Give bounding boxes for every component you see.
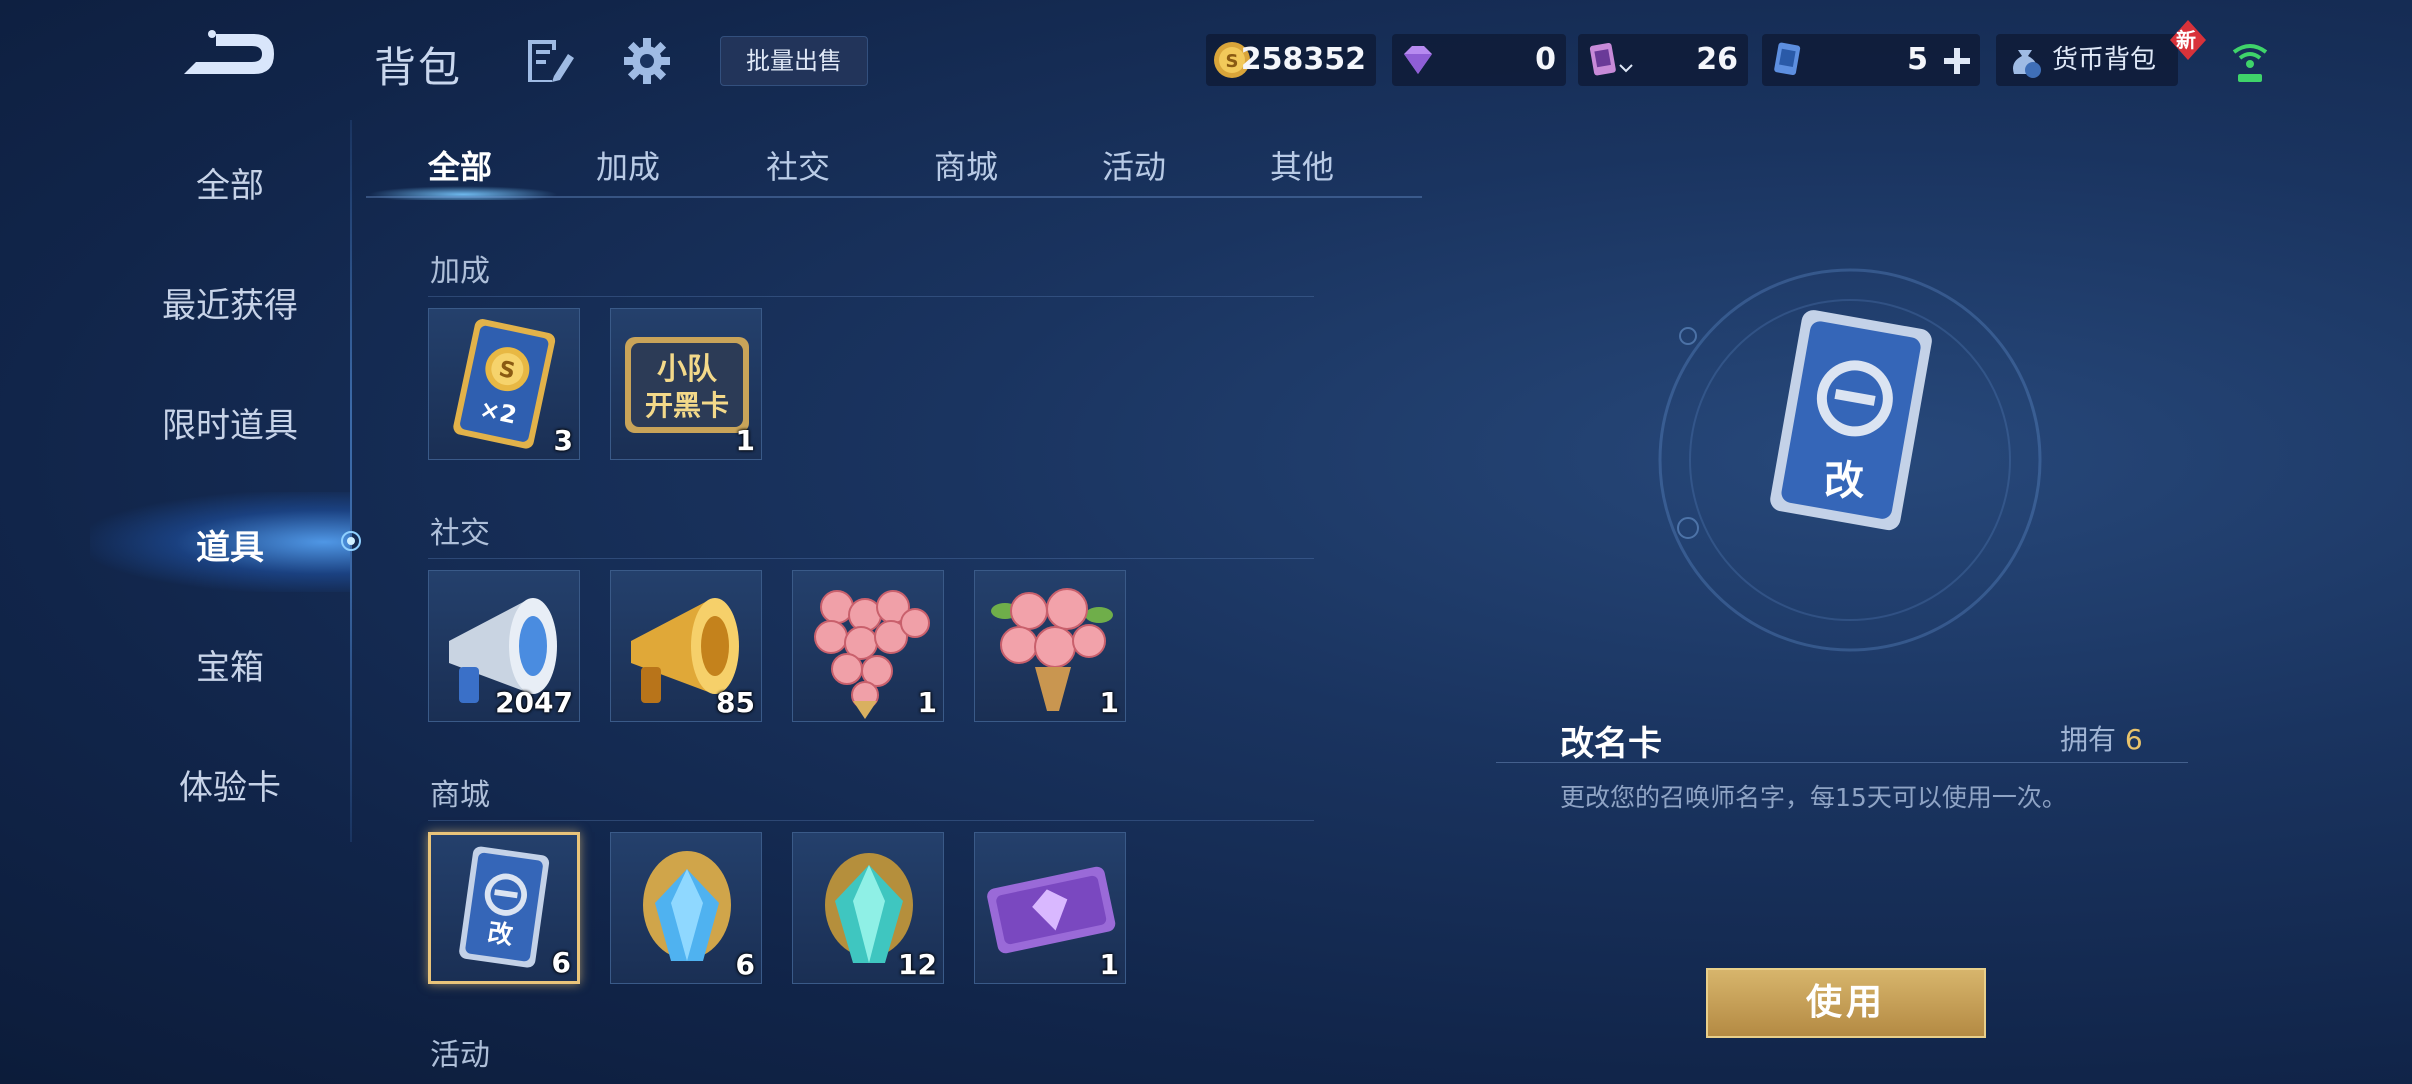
nav-item-chest[interactable]: 宝箱 bbox=[100, 640, 360, 689]
section-divider bbox=[428, 558, 1314, 559]
svg-text:改: 改 bbox=[486, 918, 515, 950]
section-divider bbox=[428, 296, 1314, 297]
svg-text:小队: 小队 bbox=[657, 352, 718, 387]
section-title-boost: 加成 bbox=[430, 254, 490, 289]
item-count: 3 bbox=[553, 424, 573, 457]
item-slot-silver-horn[interactable]: 2047 bbox=[428, 570, 580, 722]
plus-icon[interactable] bbox=[1942, 46, 1972, 76]
back-arrow-icon[interactable] bbox=[176, 26, 280, 82]
item-count: 1 bbox=[917, 686, 937, 719]
new-badge-label: 新 bbox=[2176, 28, 2196, 52]
detail-owned-count: 拥有 6 bbox=[2060, 718, 2143, 758]
item-slot-double-gold-card[interactable]: S ×2 3 bbox=[428, 308, 580, 460]
nav-divider bbox=[350, 120, 352, 842]
item-slot-teal-crystal[interactable]: 12 bbox=[792, 832, 944, 984]
svg-text:S: S bbox=[1226, 51, 1239, 72]
nav-item-props[interactable]: 道具 bbox=[100, 520, 360, 569]
tab-event[interactable]: 活动 bbox=[1102, 142, 1166, 188]
tab-underline bbox=[366, 196, 1422, 198]
item-count: 12 bbox=[898, 948, 937, 981]
diamond-amount: 0 bbox=[1535, 42, 1556, 77]
gold-currency: S 258352 bbox=[1206, 34, 1376, 86]
item-count: 6 bbox=[551, 946, 571, 979]
rename-card-icon: 改 bbox=[1770, 310, 1932, 531]
item-count: 85 bbox=[716, 686, 755, 719]
card-currency[interactable]: 5 bbox=[1762, 34, 1980, 86]
gold-amount: 258352 bbox=[1240, 42, 1366, 77]
item-slot-gold-horn[interactable]: 85 bbox=[610, 570, 762, 722]
tab-all[interactable]: 全部 bbox=[428, 142, 492, 188]
section-divider bbox=[428, 820, 1314, 821]
nav-item-limited[interactable]: 限时道具 bbox=[100, 398, 360, 447]
card-amount: 5 bbox=[1907, 42, 1928, 77]
page-title: 背包 bbox=[374, 43, 463, 92]
item-count: 1 bbox=[735, 424, 755, 457]
item-slot-rose-heart[interactable]: 1 bbox=[792, 570, 944, 722]
section-title-event: 活动 bbox=[430, 1038, 490, 1073]
ticket-amount: 26 bbox=[1696, 42, 1738, 77]
svg-text:开黑卡: 开黑卡 bbox=[645, 389, 729, 422]
item-count: 6 bbox=[735, 948, 755, 981]
use-button[interactable]: 使用 bbox=[1706, 968, 1986, 1038]
tab-social[interactable]: 社交 bbox=[766, 142, 830, 188]
nav-item-trial-card[interactable]: 体验卡 bbox=[100, 760, 360, 809]
tab-boost[interactable]: 加成 bbox=[596, 142, 660, 188]
item-count: 2047 bbox=[495, 686, 573, 719]
ticket-currency[interactable]: 26 bbox=[1578, 34, 1748, 86]
owned-number: 6 bbox=[2124, 723, 2143, 756]
owned-label: 拥有 bbox=[2060, 723, 2117, 756]
item-count: 1 bbox=[1099, 686, 1119, 719]
ticket-icon bbox=[1589, 42, 1616, 76]
blue-card-icon bbox=[1774, 42, 1801, 76]
section-title-social: 社交 bbox=[430, 516, 490, 551]
item-slot-squad-blackcard[interactable]: 小队 开黑卡 1 bbox=[610, 308, 762, 460]
nav-item-recent[interactable]: 最近获得 bbox=[100, 278, 360, 327]
currency-bag-button[interactable]: 货币背包 bbox=[1996, 34, 2178, 86]
item-slot-rename-card[interactable]: 改 6 bbox=[428, 832, 580, 984]
section-title-shop: 商城 bbox=[430, 778, 490, 813]
item-slot-rose-bouquet[interactable]: 1 bbox=[974, 570, 1126, 722]
new-badge: 新 bbox=[2166, 18, 2210, 62]
detail-description: 更改您的召唤师名字，每15天可以使用一次。 bbox=[1560, 783, 2067, 812]
diamond-currency: 0 bbox=[1392, 34, 1566, 86]
tab-other[interactable]: 其他 bbox=[1270, 142, 1334, 188]
detail-item-name: 改名卡 bbox=[1560, 724, 1662, 764]
item-slot-blue-crystal[interactable]: 6 bbox=[610, 832, 762, 984]
chevron-down-icon[interactable] bbox=[1618, 62, 1634, 74]
nav-item-all[interactable]: 全部 bbox=[100, 158, 360, 207]
item-slot-purple-ticket[interactable]: 1 bbox=[974, 832, 1126, 984]
currency-bag-label: 货币背包 bbox=[2052, 45, 2157, 75]
item-count: 1 bbox=[1099, 948, 1119, 981]
bulk-sell-button[interactable]: 批量出售 bbox=[720, 36, 868, 86]
edit-icon[interactable] bbox=[524, 36, 576, 86]
money-bag-icon bbox=[2013, 50, 2041, 78]
diamond-icon bbox=[1404, 46, 1432, 74]
tab-shop[interactable]: 商城 bbox=[934, 142, 998, 188]
detail-divider bbox=[1496, 762, 2188, 763]
wifi-signal-icon bbox=[2232, 44, 2268, 82]
gear-icon[interactable] bbox=[622, 36, 672, 86]
detail-card-glyph: 改 bbox=[1824, 458, 1864, 504]
